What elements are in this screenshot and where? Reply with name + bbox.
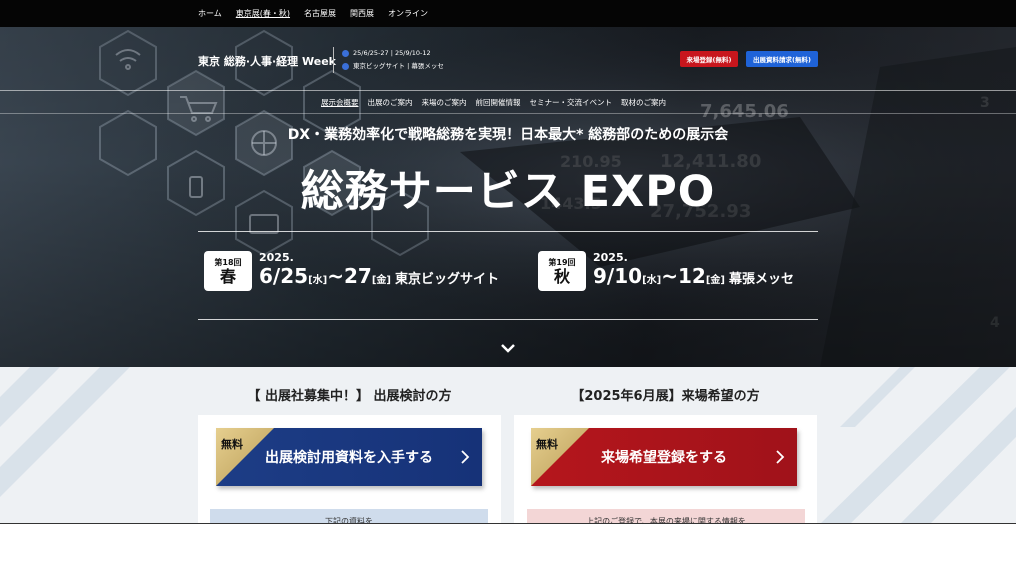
dates-row: 25/6/25-27 | 25/9/10-12 (342, 47, 444, 60)
top-nav-online[interactable]: オンライン (388, 8, 428, 19)
chevron-right-icon (461, 450, 470, 464)
exhibitor-cta-label: 出展検討用資料を入手する (265, 450, 433, 466)
top-nav-tokyo[interactable]: 東京展(春・秋) (236, 8, 290, 19)
visitor-cta-label: 来場希望登録をする (601, 450, 727, 466)
edition-end-dow: [金] (705, 275, 725, 286)
edition-badge: 第19回 秋 (538, 251, 586, 291)
cta-section: 【 出展社募集中！】 出展検討の方 【2025年6月展】来場希望の方 (0, 367, 1016, 524)
edition-tilde: ~ (327, 264, 344, 288)
hero-banner: 7,645.06 210.95 12,411.80 1443.5 27,752.… (0, 27, 1016, 367)
background-stripes (0, 367, 1016, 524)
sub-nav-visit-info[interactable]: 来場のご案内 (422, 97, 467, 108)
expo-title: 総務サービス EXPO (300, 167, 716, 217)
top-nav: ホーム 東京展(春・秋) 名古屋展 関西展 オンライン (0, 0, 1016, 27)
location-pin-icon (342, 63, 349, 70)
sub-nav-seminar[interactable]: セミナー・交流イベント (530, 97, 613, 108)
edition-number: 第19回 (548, 257, 576, 267)
top-nav-nagoya[interactable]: 名古屋展 (304, 8, 336, 19)
edition-spring: 第18回 春 2025. 6/25[水]~27[金] 東京ビッグサイト (204, 251, 499, 293)
hero-tagline: DX・業務効率化で戦略総務を実現！日本最大* 総務部のための展示会 (287, 127, 729, 143)
free-badge: 無料 (536, 438, 558, 451)
edition-end: 12 (677, 264, 706, 288)
edition-rule-top (198, 231, 818, 232)
edition-season: 春 (219, 266, 236, 286)
edition-season: 秋 (553, 266, 570, 286)
edition-tilde: ~ (661, 264, 678, 288)
visit-register-button[interactable]: 来場登録(無料) (680, 51, 738, 67)
free-badge: 無料 (221, 438, 243, 451)
edition-venue: 幕張メッセ (728, 272, 794, 287)
edition-start-dow: [水] (308, 275, 328, 286)
edition-info: 2025. 9/10[水]~12[金] 幕張メッセ (593, 251, 794, 293)
exhibit-request-button[interactable]: 出展資料請求(無料) (746, 51, 818, 67)
visitor-heading: 【2025年6月展】来場希望の方 (571, 389, 760, 404)
brand-title[interactable]: 東京 総務·人事·経理 Week (198, 53, 336, 69)
edition-rule-bottom (198, 319, 818, 320)
edition-end: 27 (343, 264, 372, 288)
sub-nav-overview[interactable]: 展示会概要 (321, 97, 359, 108)
venue-line: 東京ビッグサイト | 幕張メッセ (353, 62, 444, 70)
header-dates-meta: 25/6/25-27 | 25/9/10-12 東京ビッグサイト | 幕張メッセ (342, 47, 444, 73)
edition-venue: 東京ビッグサイト (394, 272, 499, 287)
sub-nav-exhibit-info[interactable]: 出展のご案内 (368, 97, 413, 108)
edition-badge: 第18回 春 (204, 251, 252, 291)
top-nav-home[interactable]: ホーム (198, 8, 222, 19)
visitor-register-button[interactable]: 無料 来場希望登録をする (531, 428, 797, 486)
edition-dates: 9/10[水]~12[金] 幕張メッセ (593, 264, 794, 293)
calendar-icon (342, 50, 349, 57)
dates-line: 25/6/25-27 | 25/9/10-12 (353, 49, 431, 57)
edition-year: 2025. (259, 251, 294, 264)
edition-autumn: 第19回 秋 2025. 9/10[水]~12[金] 幕張メッセ (538, 251, 794, 293)
edition-start: 9/10 (593, 264, 643, 288)
edition-start: 6/25 (259, 264, 309, 288)
scroll-gutter (1016, 0, 1024, 524)
chevron-right-icon (776, 450, 785, 464)
sub-nav-previous[interactable]: 前回開催情報 (476, 97, 521, 108)
edition-year: 2025. (593, 251, 628, 264)
blank-panel (0, 524, 1024, 576)
edition-end-dow: [金] (371, 275, 391, 286)
edition-dates: 6/25[水]~27[金] 東京ビッグサイト (259, 264, 499, 293)
exhibitor-heading: 【 出展社募集中！】 出展検討の方 (247, 389, 452, 404)
brand-divider (333, 47, 334, 73)
sub-nav-press[interactable]: 取材のご案内 (621, 97, 666, 108)
top-nav-items: ホーム 東京展(春・秋) 名古屋展 関西展 オンライン (198, 0, 428, 27)
edition-start-dow: [水] (642, 275, 662, 286)
exhibitor-material-button[interactable]: 無料 出展検討用資料を入手する (216, 428, 482, 486)
chevron-down-icon[interactable] (498, 340, 518, 356)
venue-row: 東京ビッグサイト | 幕張メッセ (342, 60, 444, 73)
hero-divider-bottom (0, 113, 1016, 114)
sub-nav: 展示会概要 出展のご案内 来場のご案内 前回開催情報 セミナー・交流イベント 取… (321, 91, 666, 113)
edition-info: 2025. 6/25[水]~27[金] 東京ビッグサイト (259, 251, 499, 293)
edition-number: 第18回 (214, 257, 242, 267)
top-nav-kansai[interactable]: 関西展 (350, 8, 374, 19)
